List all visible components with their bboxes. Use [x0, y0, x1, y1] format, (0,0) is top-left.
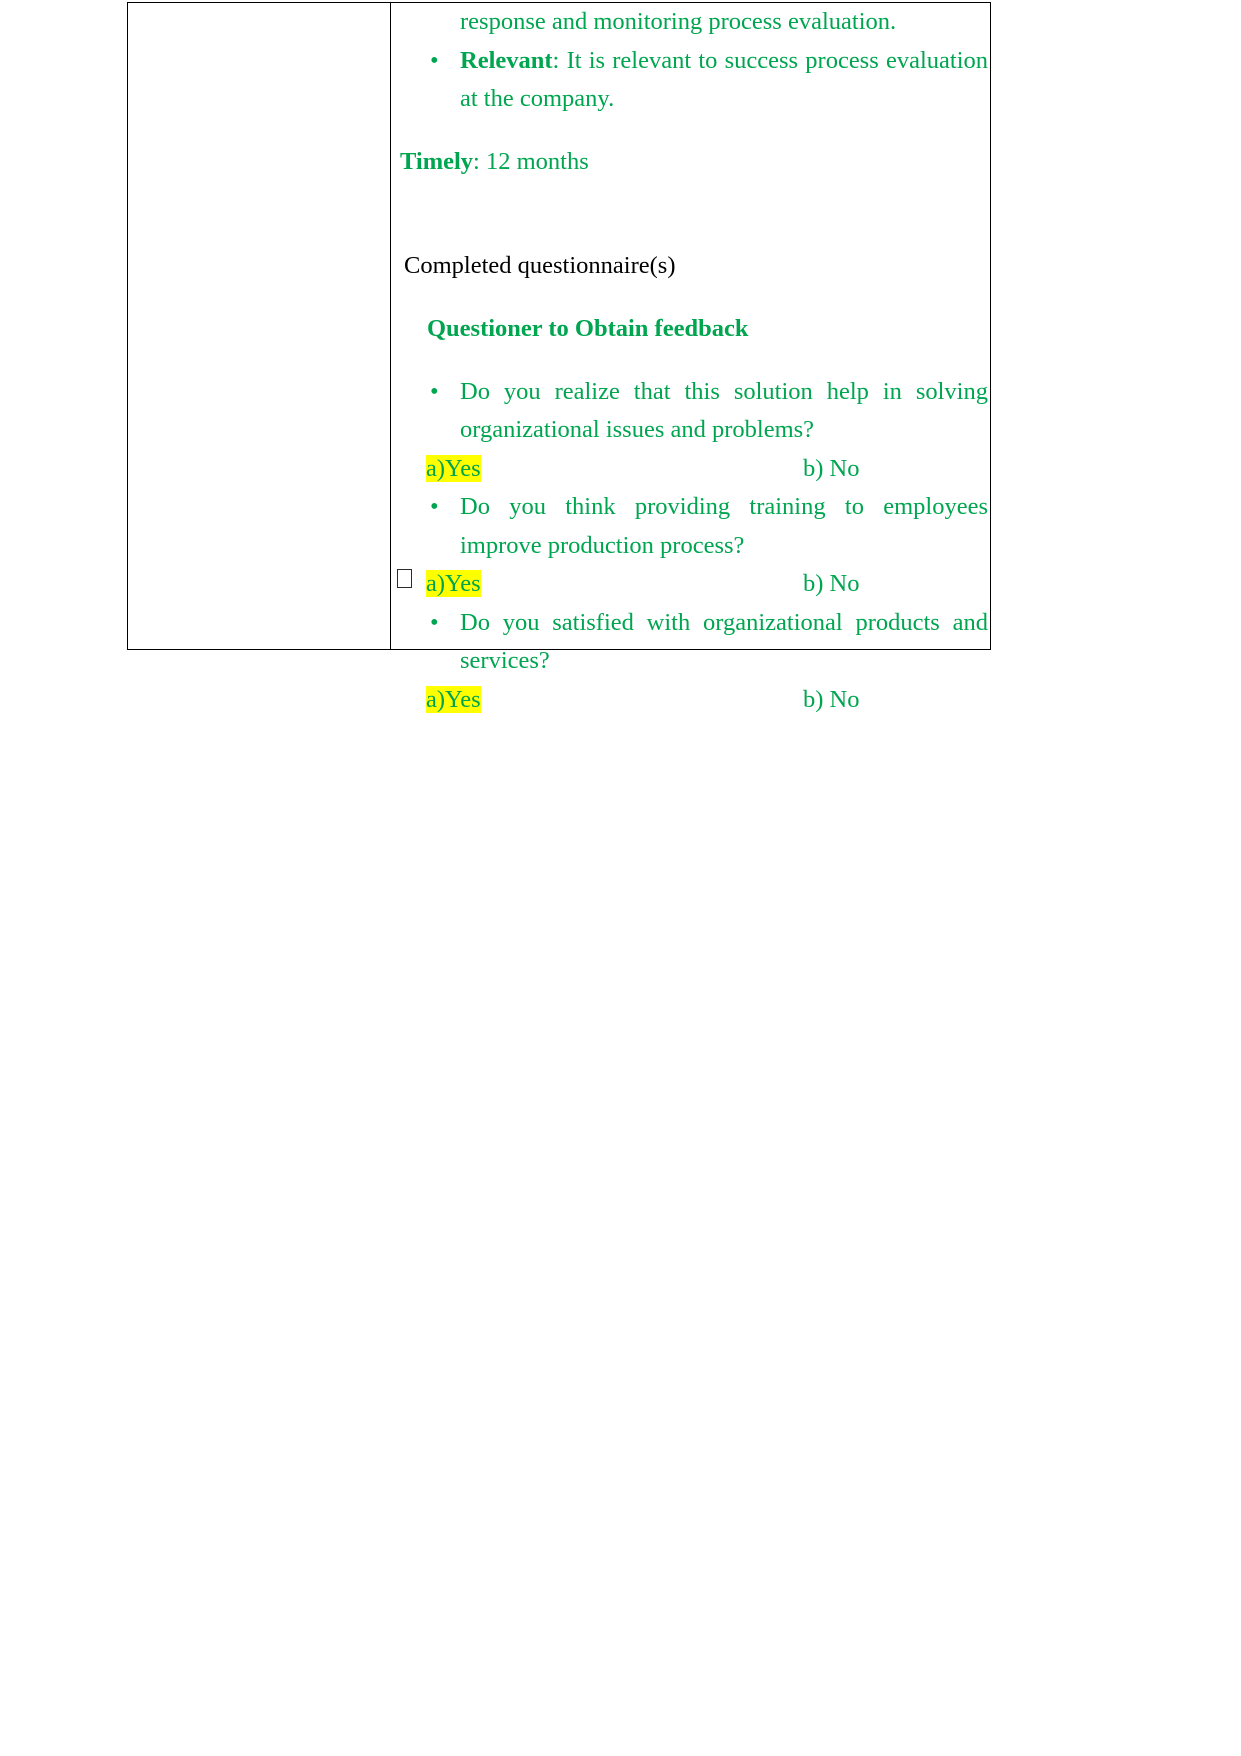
answer-option-a-1[interactable]: a)Yes [426, 454, 481, 482]
list-item-relevant: • Relevant: It is relevant to success pr… [391, 42, 990, 119]
bullet-dot-icon: • [430, 46, 439, 74]
timely-line: Timely: 12 months [391, 143, 990, 182]
completed-questionnaire-label: Completed questionnaire(s) [404, 251, 676, 279]
relevant-separator: : [552, 46, 567, 74]
relevant-label: Relevant [460, 46, 553, 74]
question-text-1: Do you realize that this solution help i… [460, 377, 988, 444]
question-text-2: Do you think providing training to emplo… [460, 493, 988, 559]
answer-option-b-1[interactable]: b) No [803, 450, 859, 489]
timely-value: 12 months [485, 148, 589, 175]
question-text-3: Do you satisfied with organizational pro… [460, 608, 988, 675]
timely-label: Timely [400, 148, 474, 175]
content-table: response and monitoring process evaluati… [127, 2, 991, 713]
answer-option-a-2[interactable]: a)Yes [426, 570, 481, 597]
question-item-2: • Do you think providing training to emp… [391, 488, 990, 565]
left-cell-content [128, 3, 390, 649]
smart-criteria-list: • Relevant: It is relevant to success pr… [391, 42, 990, 119]
questioner-heading: Questioner to Obtain feedback [427, 314, 749, 342]
continuation-text: response and monitoring process evaluati… [460, 8, 897, 35]
answer-option-b-2[interactable]: b) No [803, 565, 859, 604]
answer-row-3: a)Yes b) No [391, 681, 990, 720]
table-cell-left [127, 2, 391, 650]
document-page: response and monitoring process evaluati… [0, 0, 1241, 1756]
question-list-3: • Do you satisfied with organizational p… [391, 604, 990, 681]
question-list-2: • Do you think providing training to emp… [391, 488, 990, 565]
answer-option-b-3[interactable]: b) No [803, 681, 859, 720]
answer-option-a-3[interactable]: a)Yes [426, 685, 481, 713]
question-item-3: • Do you satisfied with organizational p… [391, 604, 990, 681]
right-cell-content: response and monitoring process evaluati… [391, 3, 990, 713]
question-list-1: • Do you realize that this solution help… [391, 373, 990, 450]
bullet-dot-icon: • [430, 608, 439, 636]
relevant-line: Relevant: It is relevant to success proc… [460, 47, 988, 113]
bullet-dot-icon: • [430, 377, 439, 405]
answer-row-2: a)Yes b) No [391, 565, 990, 604]
empty-checkbox-icon[interactable] [397, 569, 412, 588]
timely-separator: : [473, 148, 486, 175]
table-row: response and monitoring process evaluati… [127, 2, 991, 713]
table-cell-right: response and monitoring process evaluati… [390, 2, 991, 713]
question-item-1: • Do you realize that this solution help… [391, 373, 990, 450]
answer-row-1: a)Yes b) No [391, 450, 990, 489]
bullet-dot-icon: • [430, 493, 439, 520]
